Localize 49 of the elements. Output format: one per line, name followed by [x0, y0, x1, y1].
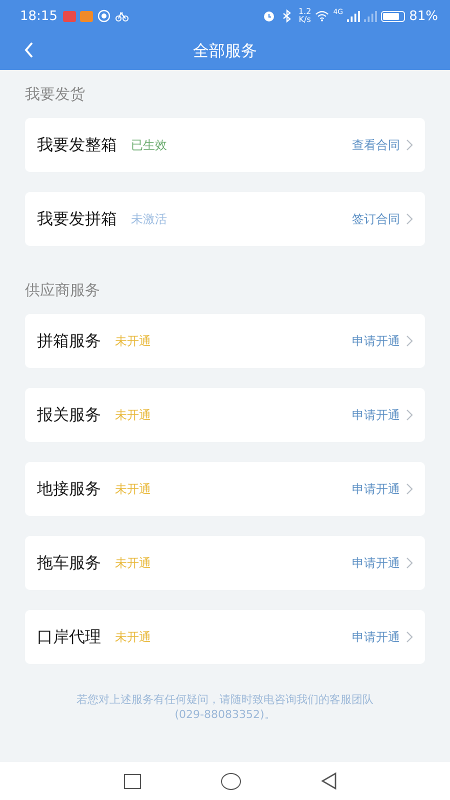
back-nav-button[interactable] [320, 772, 336, 790]
signal-icon [364, 10, 378, 22]
service-name: 我要发拼箱 [37, 208, 117, 230]
action-link[interactable]: 申请开通 [352, 480, 400, 498]
back-button[interactable] [24, 42, 34, 58]
status-time: 18:15 [20, 8, 58, 24]
service-name: 口岸代理 [37, 626, 101, 648]
bike-icon [115, 9, 130, 23]
service-name: 拼箱服务 [37, 330, 101, 352]
service-status: 未开通 [115, 554, 151, 572]
action-link[interactable]: 签订合同 [352, 210, 400, 228]
battery-percent: 81% [409, 8, 438, 24]
back-icon [24, 42, 34, 58]
chevron-icon [406, 631, 413, 643]
app-notification-icon [97, 9, 112, 23]
service-name: 地接服务 [37, 478, 101, 500]
action-link[interactable]: 申请开通 [352, 554, 400, 572]
chevron-icon [406, 557, 413, 569]
help-text: 若您对上述服务有任何疑问，请随时致电咨询我们的客服团队 (029-88083352)。 [76, 692, 374, 722]
alarm-icon [262, 9, 276, 23]
service-status: 未开通 [115, 332, 151, 350]
page-title: 全部服务 [193, 40, 257, 62]
service-name: 我要发整箱 [37, 134, 117, 156]
service-status: 已生效 [131, 136, 167, 154]
chevron-icon [406, 213, 413, 225]
chevron-icon [406, 409, 413, 421]
chevron-icon [406, 335, 413, 347]
home-button[interactable] [220, 772, 240, 790]
service-status: 未开通 [115, 628, 151, 646]
action-link[interactable]: 申请开通 [352, 332, 400, 350]
service-status: 未激活 [131, 210, 167, 228]
service-status: 未开通 [115, 480, 151, 498]
action-link[interactable]: 申请开通 [352, 628, 400, 646]
service-status: 未开通 [115, 406, 151, 424]
chevron-icon [406, 139, 413, 151]
app-notification-icon [80, 10, 94, 22]
section-title: 供应商服务 [25, 280, 101, 301]
service-name: 报关服务 [37, 404, 101, 426]
app-notification-icon [63, 10, 76, 22]
signal-icon [347, 10, 360, 22]
action-link[interactable]: 申请开通 [352, 406, 400, 424]
section-title: 我要发货 [25, 84, 86, 105]
battery-icon [381, 10, 406, 22]
wifi-icon [315, 9, 330, 23]
action-link[interactable]: 查看合同 [352, 136, 400, 154]
recent-apps-button[interactable] [124, 774, 140, 788]
chevron-icon [406, 483, 413, 495]
network-speed: 1.2 K/s [298, 8, 312, 24]
service-name: 拖车服务 [37, 552, 101, 574]
